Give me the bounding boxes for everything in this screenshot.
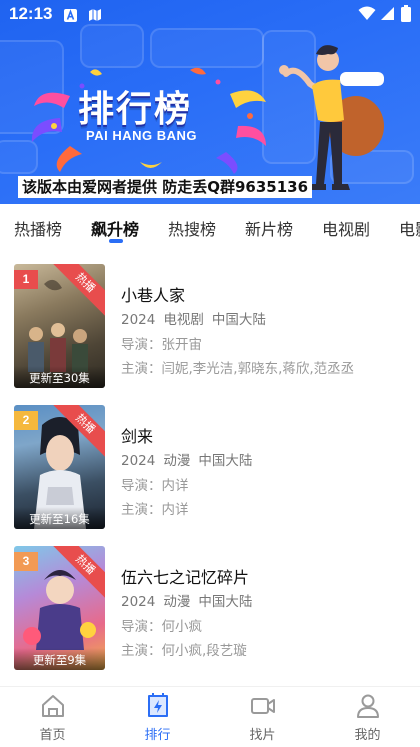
user-icon — [355, 693, 381, 719]
director-label: 导演： — [121, 337, 162, 353]
poster-image[interactable]: 3 热播 更新至9集 — [14, 546, 105, 670]
list-item[interactable]: 2 热播 更新至16集 剑来 2024 动漫 中国大陆 导演：内详 主演：内详 — [0, 403, 420, 529]
video-camera-icon — [250, 693, 276, 719]
tab-hot-search[interactable]: 热搜榜 — [168, 216, 216, 240]
banner-notice: 该版本由爱网者提供 防走丢Q群9635136 — [18, 176, 313, 198]
item-genre: 动漫 — [163, 594, 191, 610]
item-genre: 动漫 — [163, 453, 191, 469]
director-label: 导演： — [121, 619, 162, 635]
item-year: 2024 — [121, 594, 156, 610]
item-director: 导演：内详 — [121, 474, 189, 494]
item-cast: 主演：闫妮,李光洁,郭晓东,蒋欣,范丞丞 — [121, 357, 354, 377]
item-cast: 主演：何小疯,段艺璇 — [121, 639, 247, 659]
bottom-nav: 首页 排行 找片 我的 — [0, 686, 420, 747]
item-meta: 2024 动漫 中国大陆 — [121, 590, 252, 610]
update-status: 更新至16集 — [14, 507, 105, 529]
update-status: 更新至30集 — [14, 366, 105, 388]
director-value: 何小疯 — [161, 619, 203, 635]
poster-image[interactable]: 1 热播 更新至30集 — [14, 264, 105, 388]
home-icon — [40, 693, 66, 719]
wifi-icon — [358, 6, 376, 25]
list-item[interactable]: 3 热播 更新至9集 伍六七之记忆碎片 2024 动漫 中国大陆 导演：何小疯 主演… — [0, 544, 420, 670]
item-title[interactable]: 伍六七之记忆碎片 — [121, 564, 249, 588]
status-time: 12:13 — [9, 4, 53, 23]
nav-mine-label: 我的 — [354, 728, 381, 743]
ranking-tabs: 热播榜 飙升榜 热搜榜 新片榜 电视剧 电影 — [0, 204, 420, 248]
item-title[interactable]: 剑来 — [121, 423, 153, 447]
update-status: 更新至9集 — [14, 648, 105, 670]
tab-rising[interactable]: 飙升榜 — [91, 216, 139, 240]
item-year: 2024 — [121, 312, 156, 328]
item-region: 中国大陆 — [211, 312, 266, 328]
director-value: 内详 — [161, 478, 189, 494]
list-item[interactable]: 1 热播 更新至30集 小巷人家 2024 电视剧 中国大陆 导演：张开宙 主演：闫… — [0, 262, 420, 388]
cast-value: 何小疯,段艺璇 — [161, 643, 247, 659]
poster-image[interactable]: 2 热播 更新至16集 — [14, 405, 105, 529]
ranking-banner: 12:13 排行榜 PAI HANG BANG 该版本由爱网者提供 防走丢Q群9… — [0, 0, 420, 204]
signal-icon — [381, 6, 395, 25]
cast-label: 主演： — [121, 502, 162, 518]
nav-find[interactable]: 找片 — [210, 693, 315, 743]
cast-label: 主演： — [121, 643, 162, 659]
item-director: 导演：何小疯 — [121, 615, 202, 635]
nav-home-label: 首页 — [39, 728, 66, 743]
tab-tv-series[interactable]: 电视剧 — [322, 216, 370, 240]
cast-value: 内详 — [161, 502, 189, 518]
cast-value: 闫妮,李光洁,郭晓东,蒋欣,范丞丞 — [161, 361, 355, 377]
banner-title: 排行榜 — [78, 89, 193, 130]
nav-find-label: 找片 — [249, 728, 276, 743]
item-cast: 主演：内详 — [121, 498, 189, 518]
notification-a-icon — [64, 7, 77, 26]
item-year: 2024 — [121, 453, 156, 469]
item-director: 导演：张开宙 — [121, 333, 202, 353]
rank-icon — [145, 693, 171, 719]
item-title[interactable]: 小巷人家 — [121, 282, 185, 306]
ranking-logo: 排行榜 PAI HANG BANG — [30, 66, 270, 176]
rank-number: 1 — [14, 270, 38, 289]
director-label: 导演： — [121, 478, 162, 494]
nav-mine[interactable]: 我的 — [315, 693, 420, 743]
battery-icon — [401, 5, 411, 26]
item-genre: 电视剧 — [163, 312, 204, 328]
nav-home[interactable]: 首页 — [0, 693, 105, 743]
rank-number: 2 — [14, 411, 38, 430]
item-region: 中国大陆 — [198, 453, 253, 469]
active-tab-indicator — [109, 239, 123, 243]
rank-number: 3 — [14, 552, 38, 571]
director-value: 张开宙 — [161, 337, 203, 353]
tab-hot-play[interactable]: 热播榜 — [14, 216, 62, 240]
tab-movie[interactable]: 电影 — [399, 216, 420, 240]
nav-rank-label: 排行 — [144, 728, 171, 743]
item-meta: 2024 动漫 中国大陆 — [121, 449, 252, 469]
banner-subtitle: PAI HANG BANG — [86, 128, 197, 143]
status-bar: 12:13 — [0, 0, 420, 28]
cast-label: 主演： — [121, 361, 162, 377]
item-region: 中国大陆 — [198, 594, 253, 610]
nav-rank[interactable]: 排行 — [105, 693, 210, 743]
tab-new-release[interactable]: 新片榜 — [245, 216, 293, 240]
item-meta: 2024 电视剧 中国大陆 — [121, 308, 266, 328]
map-icon — [88, 7, 102, 26]
